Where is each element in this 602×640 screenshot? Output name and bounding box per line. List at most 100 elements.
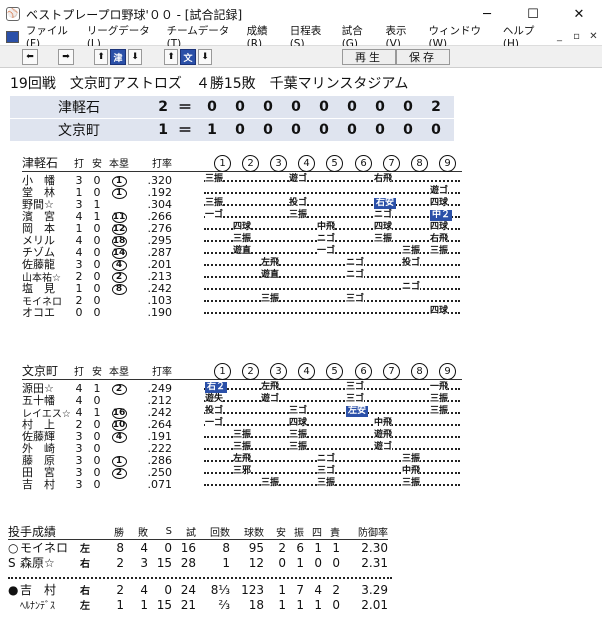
- pitcher-row[interactable]: S 森原☆ 右 2 3 15 28 1 12 0 1 0 0 2.31: [8, 555, 388, 571]
- inning-header: 8: [411, 363, 428, 380]
- at-bat-track: [204, 204, 460, 206]
- team1-up-button[interactable]: ⬆: [94, 49, 108, 65]
- batter-row[interactable]: 藤 原 3 0 1.286 左飛 ニゴ 三振: [22, 454, 462, 467]
- batter-row[interactable]: 野間☆ 3 1.304 三振 投ゴ 右安 四球: [22, 198, 462, 211]
- inning-header: 5: [326, 363, 343, 380]
- mdi-minimize-button[interactable]: _: [551, 31, 568, 42]
- close-button[interactable]: ✕: [556, 0, 602, 28]
- line-total: 2: [158, 99, 168, 115]
- mdi-restore-button[interactable]: ▫: [568, 31, 585, 42]
- batter-row[interactable]: 小 幡 3 0 1.320 三振 遊ゴ 右飛: [22, 174, 462, 187]
- batter-row[interactable]: メリル 4 0 18.295 三振 ニゴ 三振 右飛: [22, 234, 462, 247]
- pitcher-stat: 0: [332, 555, 340, 570]
- window-title: ベストプレープロ野球'００ - [試合記録]: [26, 7, 243, 22]
- team2-down-button[interactable]: ⬇: [198, 49, 212, 65]
- replay-button[interactable]: 再生: [342, 49, 396, 65]
- team1-down-button[interactable]: ⬇: [128, 49, 142, 65]
- line-score-row: 津軽石 2 ＝ 0 0 0 0 0 0 0 0 2: [10, 96, 454, 118]
- at-bat-result: 三振: [289, 430, 308, 441]
- at-bat-result: 四球: [233, 222, 252, 233]
- pitcher-stat: 8⅓: [210, 582, 230, 597]
- at-bat-result: 三ゴ: [289, 406, 308, 417]
- pitching-col-header: 試: [186, 528, 196, 539]
- pitching-col-header: 防御率: [358, 528, 388, 539]
- batter-row[interactable]: 村 上 2 0 10.264 一ゴ 四球 中飛: [22, 418, 462, 431]
- at-bat-result: 遊直: [233, 246, 252, 257]
- batter-row[interactable]: 濱 宮 4 1 11.266 一ゴ 三振 ニゴ 中２: [22, 210, 462, 223]
- batter-row[interactable]: 佐藤輝 3 0 4.191 三振 三振 遊飛: [22, 430, 462, 443]
- at-bat-result: ニゴ: [374, 210, 393, 221]
- at-bat-result: 右飛: [374, 174, 393, 185]
- line-inning-score: 0: [347, 99, 357, 115]
- inning-header: 1: [214, 155, 231, 172]
- batter-row[interactable]: レイエス☆ 4 1 16.242 投ゴ 三ゴ 左安 三振: [22, 406, 462, 420]
- pitcher-stat: 2: [116, 555, 124, 570]
- batter-row[interactable]: 山本祐☆ 2 0 2.213 遊直 ニゴ: [22, 270, 462, 284]
- col-header-hr: 本塁: [109, 367, 129, 378]
- col-header-avg: 打率: [152, 367, 172, 378]
- at-bat-result: 遊失: [205, 394, 224, 405]
- next-game-button[interactable]: ➡: [58, 49, 74, 65]
- batter-row[interactable]: 五十幡 4 0.212 遊失 遊ゴ 三ゴ 三振: [22, 394, 462, 407]
- batter-row[interactable]: モイネロ 2 0.103 三振 三ゴ: [22, 294, 462, 308]
- at-bat-result: 左飛: [261, 382, 280, 393]
- pitcher-stat: 12: [248, 555, 264, 570]
- pitcher-row[interactable]: ﾍﾙﾅﾝﾃﾞｽ左 1 1 15 21 ⅔ 18 1 1 1 0 2.01: [8, 597, 388, 613]
- pitcher-stat: 95: [248, 540, 264, 555]
- pitcher-hand: 右: [80, 586, 90, 597]
- document-icon[interactable]: [6, 30, 19, 43]
- team2-tab[interactable]: 文: [180, 49, 196, 65]
- menu-bar: ファイル(F) リーグデータ(L) チームデータ(T) 成績(R) 日程表(S)…: [0, 25, 602, 50]
- batter-row[interactable]: 源田☆ 4 1 2.249 右２ 左飛 三ゴ 一飛: [22, 382, 462, 395]
- inning-header: 9: [439, 363, 456, 380]
- pitching-col-header: 球数: [244, 528, 264, 539]
- pitcher-stat: 1: [296, 555, 304, 570]
- pitcher-stat: 2: [116, 582, 124, 597]
- at-bat-result: 三振: [374, 234, 393, 245]
- pitcher-stat: 8: [116, 540, 124, 555]
- pitcher-stat: 1: [116, 597, 124, 612]
- pitcher-stat: 0: [164, 582, 172, 597]
- pitcher-stat: 2: [278, 540, 286, 555]
- batter-row[interactable]: 塩 見 1 0 8.242 ニゴ: [22, 282, 462, 295]
- batter-row[interactable]: 吉 村 3 0 .071 三振 三振 三振: [22, 478, 462, 491]
- at-bat-result: 中飛: [374, 418, 393, 429]
- at-bat-result: 三振: [205, 198, 224, 209]
- at-bat-track: [204, 192, 460, 194]
- batter-row[interactable]: オコエ 0 0 .190 四球: [22, 306, 462, 319]
- pitcher-stat: 15: [156, 555, 172, 570]
- team2-up-button[interactable]: ⬆: [164, 49, 178, 65]
- team1-tab[interactable]: 津: [110, 49, 126, 65]
- pitching-title: 投手成績: [8, 525, 57, 539]
- batter-row[interactable]: 岡 本 1 0 12.276 四球 中飛 四球 四球: [22, 222, 462, 235]
- at-bat-track: [204, 300, 460, 302]
- at-bat-result: 一ゴ: [317, 246, 336, 257]
- batting-header: 津軽石打安本塁 打率 1 2 3 4 5 6 7 8 9: [22, 154, 462, 172]
- col-header-ab: 打: [74, 367, 84, 378]
- pitcher-row[interactable]: ○ モイネロ左 8 4 0 16 8 95 2 6 1 1 2.30: [8, 540, 388, 556]
- pitcher-stat: 2.31: [361, 555, 388, 570]
- batter-row[interactable]: チゾム 4 0 14.287 遊直 一ゴ 三振 三振: [22, 246, 462, 259]
- mdi-close-button[interactable]: ✕: [585, 31, 602, 42]
- at-bat-result: 三振: [233, 234, 252, 245]
- save-button[interactable]: 保存: [396, 49, 450, 65]
- batter-row[interactable]: 堂 林 1 0 1.192 遊ゴ: [22, 186, 462, 199]
- pitcher-stat: 4: [140, 582, 148, 597]
- app-icon[interactable]: ⚾: [6, 7, 20, 21]
- inning-header: 2: [242, 363, 259, 380]
- prev-game-button[interactable]: ⬅: [22, 49, 38, 65]
- pitcher-row[interactable]: ● 吉 村右 2 4 0 24 8⅓ 123 1 7 4 2 3.29: [8, 582, 388, 598]
- pitching-col-header: 振: [294, 528, 304, 539]
- at-bat-result: 中２: [430, 210, 453, 221]
- batter-row[interactable]: 佐藤龍 3 0 4.201 左飛 ニゴ 投ゴ: [22, 258, 462, 271]
- at-bat-result: 三振: [261, 294, 280, 305]
- pitcher-stat: 0: [314, 555, 322, 570]
- pitcher-stat: 2: [332, 582, 340, 597]
- batter-row[interactable]: 田 宮 3 0 2.250 三邪 三ゴ 中飛: [22, 466, 462, 479]
- pitcher-stat: 3.29: [361, 582, 388, 597]
- batter-row[interactable]: 外 崎 3 0.222 三振 三振 遊ゴ: [22, 442, 462, 455]
- at-bat-result: 三振: [289, 210, 308, 221]
- away-batting-table: 津軽石打安本塁 打率 1 2 3 4 5 6 7 8 9 小 幡 3 0 1.320 三振 遊ゴ 右飛堂 林101…: [22, 154, 462, 319]
- at-bat-result: 一ゴ: [205, 210, 224, 221]
- at-bat-result: 投ゴ: [289, 198, 308, 209]
